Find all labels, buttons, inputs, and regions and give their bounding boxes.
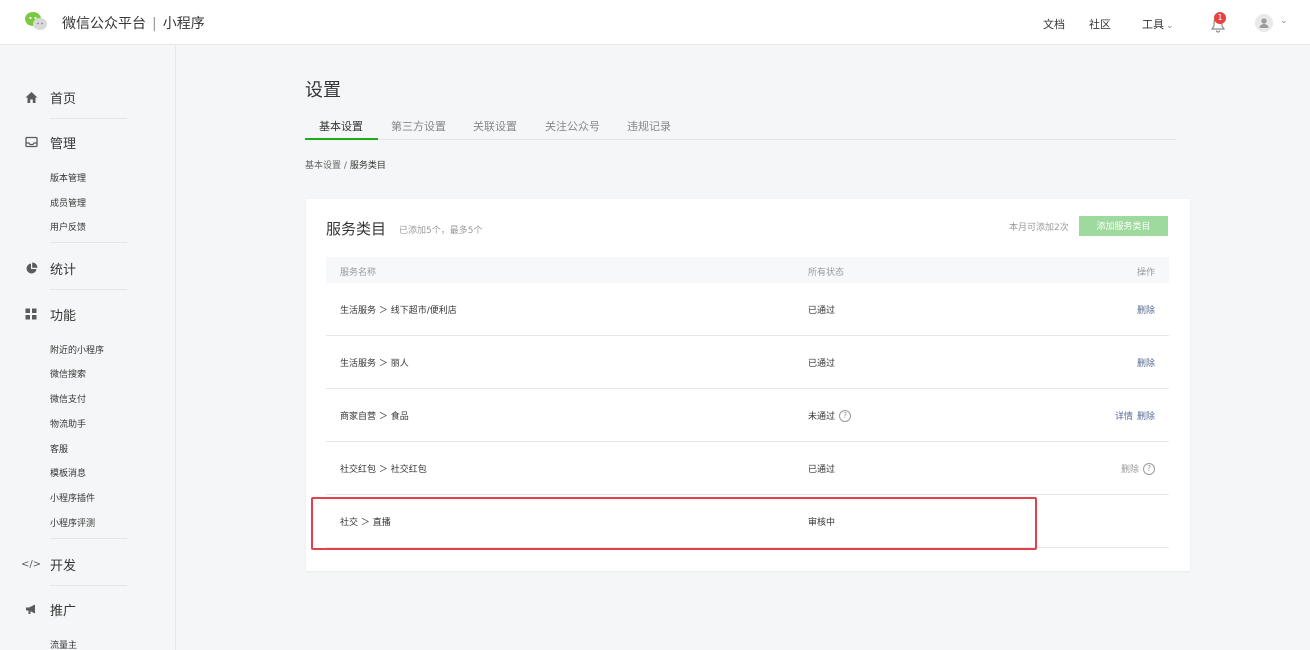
help-question-icon[interactable]: ?: [839, 409, 852, 422]
row-actions: 删除 ?: [1121, 462, 1155, 475]
tab-basic-settings[interactable]: 基本设置: [319, 118, 363, 134]
sidebar-item-promote[interactable]: 推广: [24, 599, 76, 619]
breadcrumb-separator: /: [343, 161, 347, 171]
sidebar: 首页 管理 版本管理 成员管理 用户反馈 统计 功能 附近的小程序 微信搜索 微…: [0, 46, 176, 650]
sidebar-item-plugins[interactable]: 小程序插件: [50, 491, 95, 504]
table-row: 社交红包 ＞ 社交红包 已通过 删除 ?: [326, 442, 1169, 495]
tools-label: 工具: [1142, 18, 1164, 31]
sidebar-item-review[interactable]: 小程序评测: [50, 516, 95, 529]
divider: [50, 118, 127, 119]
table-header: 服务名称 所有状态 操作: [326, 257, 1169, 283]
status-text: 未通过: [808, 412, 836, 422]
sidebar-item-customer-service[interactable]: 客服: [50, 442, 68, 455]
avatar[interactable]: [1255, 14, 1273, 32]
category-status: 已通过: [808, 359, 836, 369]
sidebar-item-develop[interactable]: </> 开发: [20, 554, 77, 574]
sidebar-item-member-manage[interactable]: 成员管理: [50, 196, 86, 209]
sidebar-item-manage[interactable]: 管理: [24, 132, 76, 152]
sidebar-item-features[interactable]: 功能: [24, 304, 76, 324]
breadcrumb-parent[interactable]: 基本设置: [305, 161, 341, 171]
sidebar-item-user-feedback[interactable]: 用户反馈: [50, 220, 86, 233]
tab-violation-records[interactable]: 违规记录: [627, 118, 671, 134]
active-tab-indicator: [305, 138, 378, 140]
category-status: 已通过: [808, 465, 836, 475]
details-link[interactable]: 详情: [1115, 409, 1133, 422]
divider: [50, 242, 127, 243]
row-actions: 删除: [1137, 303, 1155, 316]
top-bar: 微信公众平台 | 小程序 文档 社区 工具 ⌄ 1 ⌄: [0, 0, 1310, 45]
divider: [50, 585, 127, 586]
sidebar-item-label: 管理: [50, 136, 77, 152]
settings-tabs: 基本设置 第三方设置 关联设置 关注公众号 违规记录: [305, 118, 1176, 140]
grid-icon: [24, 307, 38, 321]
sidebar-item-label: 首页: [50, 91, 77, 107]
table-row: 社交 ＞ 直播 审核中: [326, 495, 1169, 548]
tab-third-party-settings[interactable]: 第三方设置: [391, 118, 446, 134]
chevron-down-icon[interactable]: ⌄: [1280, 16, 1288, 26]
home-icon: [24, 90, 38, 104]
sidebar-item-traffic-master[interactable]: 流量主: [50, 638, 77, 650]
chevron-down-icon: ⌄: [1166, 21, 1174, 31]
service-category-card: 服务类目 已添加5个，最多5个 本月可添加2次 添加服务类目 服务名称 所有状态…: [306, 199, 1190, 571]
delete-link[interactable]: 删除: [1137, 409, 1155, 422]
monthly-quota-hint: 本月可添加2次: [1009, 223, 1069, 233]
sidebar-item-label: 开发: [50, 558, 77, 574]
table-row: 生活服务 ＞ 丽人 已通过 删除: [326, 336, 1169, 389]
help-question-icon[interactable]: ?: [1143, 462, 1155, 475]
sidebar-item-stats[interactable]: 统计: [24, 258, 76, 278]
code-icon: </>: [20, 558, 42, 570]
pie-chart-icon: [24, 261, 38, 275]
category-name: 社交 ＞ 直播: [340, 518, 391, 528]
sidebar-item-template-message[interactable]: 模板消息: [50, 466, 86, 479]
divider: [50, 538, 127, 539]
category-name: 商家自营 ＞ 食品: [340, 412, 409, 422]
sidebar-item-nearby[interactable]: 附近的小程序: [50, 343, 104, 356]
page-title: 设置: [305, 80, 341, 101]
sidebar-item-version-manage[interactable]: 版本管理: [50, 171, 86, 184]
docs-link[interactable]: 文档: [1043, 16, 1065, 32]
row-actions: 删除: [1137, 356, 1155, 369]
sidebar-item-label: 统计: [50, 262, 77, 278]
table-row: 商家自营 ＞ 食品 未通过? 详情 删除: [326, 389, 1169, 442]
tab-follow-official-account[interactable]: 关注公众号: [545, 118, 600, 134]
sidebar-item-wechat-search[interactable]: 微信搜索: [50, 367, 86, 380]
delete-link[interactable]: 删除: [1137, 356, 1155, 369]
delete-link-disabled: 删除: [1120, 465, 1139, 475]
row-actions: 详情 删除: [1115, 409, 1155, 422]
brand-title[interactable]: 微信公众平台 | 小程序: [62, 13, 205, 33]
notification-badge: 1: [1214, 12, 1226, 24]
sidebar-item-label: 推广: [50, 603, 77, 619]
category-status: 审核中: [808, 518, 836, 528]
category-status: 已通过: [808, 306, 836, 316]
breadcrumb-current: 服务类目: [349, 161, 386, 171]
category-name: 生活服务 ＞ 丽人: [340, 359, 409, 369]
inbox-icon: [24, 135, 38, 149]
card-title: 服务类目: [326, 220, 387, 238]
category-name: 生活服务 ＞ 线下超市/便利店: [340, 306, 457, 316]
delete-link[interactable]: 删除: [1137, 303, 1155, 316]
column-header-status: 所有状态: [808, 268, 845, 278]
brand-separator: |: [152, 16, 157, 32]
breadcrumb: 基本设置 / 服务类目: [305, 158, 386, 171]
table-row: 生活服务 ＞ 线下超市/便利店 已通过 删除: [326, 283, 1169, 336]
category-name: 社交红包 ＞ 社交红包: [340, 465, 427, 475]
community-link[interactable]: 社区: [1089, 16, 1111, 32]
column-header-name: 服务名称: [340, 268, 377, 278]
brand-product: 小程序: [162, 16, 205, 32]
column-header-actions: 操作: [1136, 268, 1155, 278]
sidebar-item-label: 功能: [50, 308, 77, 324]
add-service-category-button[interactable]: 添加服务类目: [1079, 216, 1168, 236]
wechat-logo-icon[interactable]: [24, 11, 48, 31]
divider: [50, 289, 127, 290]
sidebar-item-wechat-pay[interactable]: 微信支付: [50, 392, 86, 405]
sidebar-item-home[interactable]: 首页: [24, 87, 76, 107]
sidebar-item-logistics[interactable]: 物流助手: [50, 417, 86, 430]
category-status: 未通过?: [808, 409, 852, 422]
tools-menu[interactable]: 工具 ⌄: [1142, 16, 1174, 32]
category-count-hint: 已添加5个，最多5个: [399, 226, 483, 236]
tab-association-settings[interactable]: 关联设置: [473, 118, 517, 134]
megaphone-icon: [24, 602, 38, 616]
brand-name: 微信公众平台: [62, 16, 146, 32]
